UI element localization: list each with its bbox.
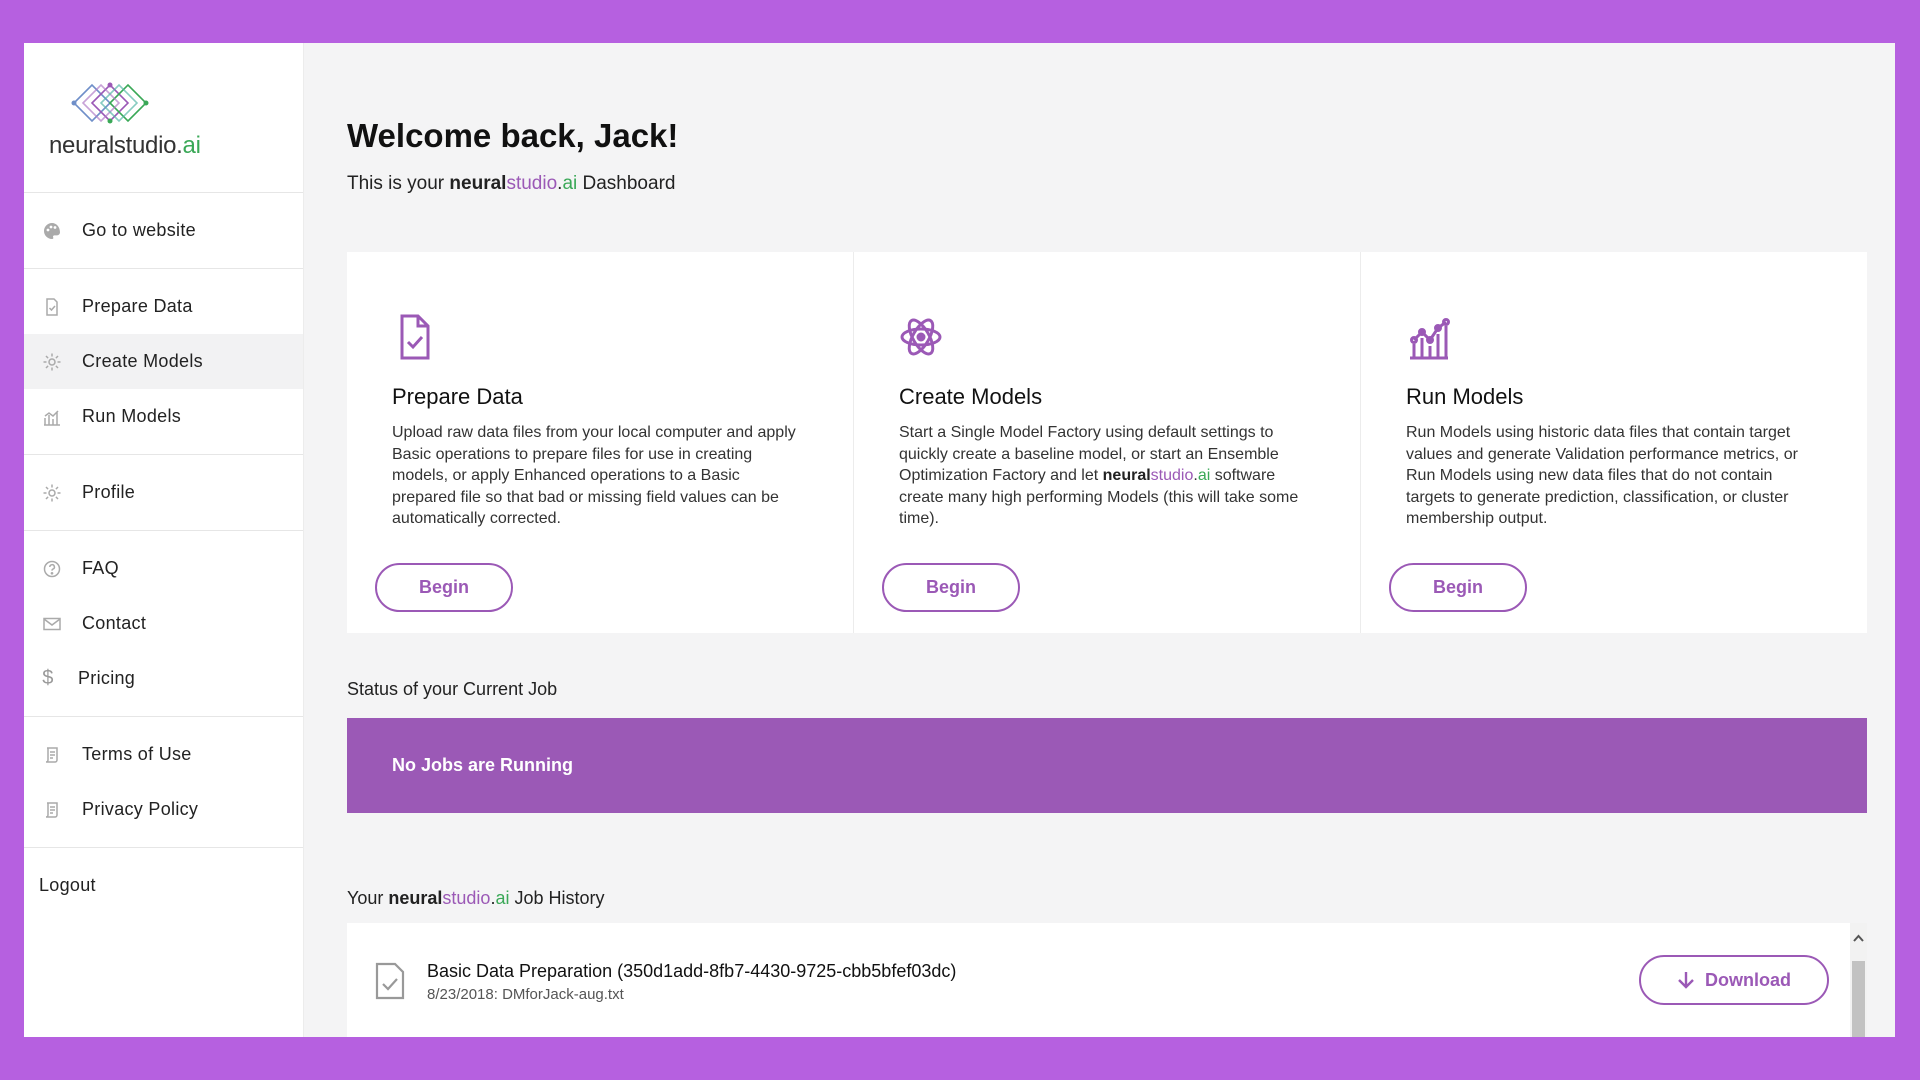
sidebar-item-faq[interactable]: FAQ [24,541,303,596]
sidebar-item-profile[interactable]: Profile [24,465,303,520]
scroll-icon [38,796,66,824]
bar-chart-icon [38,403,66,431]
sidebar-item-label: Go to website [82,220,196,240]
card-create-models: Create Models Start a Single Model Facto… [854,252,1361,633]
nav-group-website: Go to website [24,193,303,269]
card-title: Create Models [899,384,1043,409]
job-history-list: Basic Data Preparation (350d1add-8fb7-44… [347,923,1867,1037]
download-label: Download [1705,969,1791,990]
brand-mid: studio [442,888,491,908]
brand-prefix: neural [449,173,507,194]
subtitle-suffix: Dashboard [577,173,676,194]
download-button[interactable]: Download [1639,955,1829,1005]
card-title: Prepare Data [392,384,523,409]
card-description: Start a Single Model Factory using defau… [899,422,1315,530]
nav-group-workflow: Prepare Data Create Models Run Models [24,269,303,455]
envelope-icon [38,610,66,638]
logo-mark-icon [71,82,149,124]
nav-group-profile: Profile [24,455,303,531]
action-cards: Prepare Data Upload raw data files from … [347,252,1867,633]
sidebar-item-label: Prepare Data [82,296,193,316]
job-subtitle: 8/23/2018: DMforJack-aug.txt [427,986,624,1003]
card-title: Run Models [1406,384,1524,409]
begin-button-run-models[interactable]: Begin [1389,563,1527,612]
sidebar-item-prepare-data[interactable]: Prepare Data [24,279,303,334]
logout-link[interactable]: Logout [24,858,303,913]
scrollbar[interactable] [1850,923,1867,1037]
sidebar-item-label: Create Models [82,351,203,371]
nav-group-legal: Terms of Use Privacy Policy [24,717,303,848]
brand-mid: studio [506,173,558,194]
brand-prefix: neural [49,132,114,159]
sidebar-item-label: Run Models [82,406,182,426]
document-check-icon [38,293,66,321]
brand-suffix: ai [495,888,510,908]
sidebar-item-pricing[interactable]: $ Pricing [24,651,303,706]
job-title: Basic Data Preparation (350d1add-8fb7-44… [427,961,957,981]
nav-group-support: FAQ Contact $ Pricing [24,531,303,717]
atom-icon [900,318,942,356]
subtitle-prefix: This is your [347,173,450,194]
brand-suffix: ai [182,132,201,159]
sidebar-item-run-models[interactable]: Run Models [24,389,303,444]
document-check-icon [400,314,430,360]
brand-prefix: neural [388,888,443,908]
app-window: neuralstudio.ai Go to website Prepare Da… [24,43,1895,1037]
logout-label: Logout [39,875,96,895]
history-heading: Your neuralstudio.ai Job History [347,888,605,909]
help-circle-icon [38,555,66,583]
brand-mid: studio [113,132,177,159]
scroll-icon [38,741,66,769]
brand-prefix: neural [1102,467,1151,484]
gear-icon [38,348,66,376]
history-suffix: Job History [509,888,605,908]
nav-group-logout: Logout [24,848,303,923]
sidebar-item-go-to-website[interactable]: Go to website [24,203,303,258]
card-run-models: Run Models Run Models using historic dat… [1361,252,1867,633]
job-status-banner: No Jobs are Running [347,718,1867,813]
palette-icon [38,217,66,245]
status-heading: Status of your Current Job [347,679,558,699]
page-title: Welcome back, Jack! [347,117,679,154]
logo[interactable]: neuralstudio.ai [24,43,303,193]
sidebar-item-label: FAQ [82,558,119,578]
card-description: Upload raw data files from your local co… [392,424,796,527]
begin-button-create-models[interactable]: Begin [882,563,1020,612]
sidebar-item-terms-of-use[interactable]: Terms of Use [24,727,303,782]
sidebar-item-contact[interactable]: Contact [24,596,303,651]
logo-wordmark: neuralstudio.ai [49,132,201,160]
sidebar-item-label: Profile [82,482,136,502]
list-item: Basic Data Preparation (350d1add-8fb7-44… [347,923,1867,1033]
begin-button-prepare-data[interactable]: Begin [375,563,513,612]
page-subtitle: This is your neuralstudio.ai Dashboard [347,173,675,195]
document-check-icon [375,962,405,1000]
gear-icon [38,479,66,507]
chevron-up-icon[interactable] [1853,933,1864,944]
sidebar-item-privacy-policy[interactable]: Privacy Policy [24,782,303,837]
arrow-down-icon [1678,972,1694,989]
brand-suffix: ai [1197,467,1211,484]
sidebar-item-label: Privacy Policy [82,799,199,819]
sidebar-item-create-models[interactable]: Create Models [24,334,303,389]
job-status-message: No Jobs are Running [392,755,574,775]
scrollbar-thumb[interactable] [1852,961,1865,1037]
dollar-icon: $ [42,667,54,689]
card-prepare-data: Prepare Data Upload raw data files from … [347,252,854,633]
sidebar-item-label: Contact [82,613,147,633]
sidebar-item-label: Terms of Use [82,744,192,764]
main-content: Welcome back, Jack! This is your neurals… [304,43,1895,1037]
card-description: Run Models using historic data files tha… [1406,424,1798,527]
sidebar: neuralstudio.ai Go to website Prepare Da… [24,43,304,1037]
brand-mid: studio [1150,467,1194,484]
sidebar-item-label: Pricing [78,668,136,688]
chart-growth-icon [1410,318,1450,360]
history-prefix: Your [347,888,389,908]
brand-suffix: ai [562,173,578,194]
